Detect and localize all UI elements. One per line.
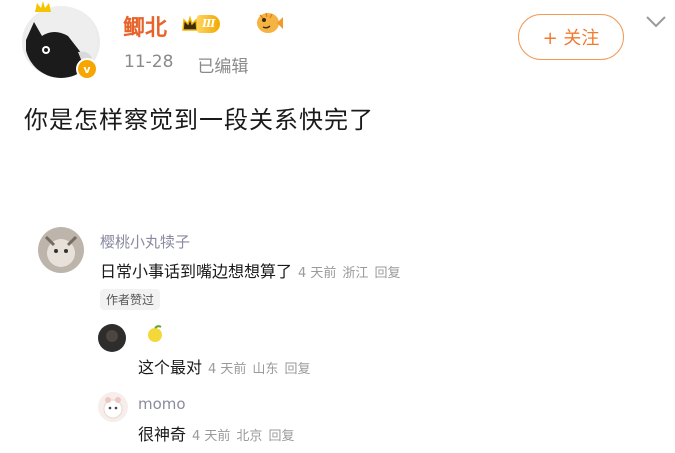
reply-button[interactable]: 回复 — [268, 425, 294, 444]
reply-location: 山东 — [252, 362, 279, 377]
reply-location: 北京 — [236, 429, 263, 444]
cat-avatar-icon — [38, 227, 84, 273]
reply-text: 很神奇 — [138, 425, 187, 444]
pet-avatar-icon — [98, 392, 128, 422]
chevron-down-icon[interactable] — [645, 14, 667, 30]
fish-icon — [257, 12, 283, 33]
reply-avatar[interactable] — [98, 324, 126, 352]
reply-body: 这个最对 4 天前 山东 回复 — [138, 354, 310, 378]
author-name[interactable]: 鲫北 — [123, 10, 167, 42]
post-date: 11-28 — [124, 52, 174, 72]
vip-level: Ⅲ — [197, 15, 221, 33]
dark-avatar-icon — [98, 324, 126, 352]
post-content: 你是怎样察觉到一段关系快完了 — [24, 106, 374, 134]
reply-body: 很神奇 4 天前 北京 回复 — [138, 421, 294, 445]
comment-text: 日常小事话到嘴边想想算了 — [100, 262, 293, 281]
follow-button[interactable]: + 关注 — [518, 14, 624, 60]
comment-avatar[interactable] — [38, 227, 84, 273]
reply-author[interactable]: momo — [138, 395, 186, 413]
verified-mark: v — [78, 60, 96, 78]
comment-time: 4 天前 — [298, 266, 337, 281]
crown-icon — [35, 1, 51, 12]
verified-icon: v — [76, 58, 98, 80]
lemon-icon — [148, 325, 162, 342]
vip-badge[interactable]: Ⅲ — [181, 14, 221, 34]
post-meta: 11-28 已编辑 — [124, 52, 248, 77]
edited-label: 已编辑 — [197, 57, 249, 77]
comment-author[interactable]: 樱桃小丸犊子 — [100, 231, 190, 252]
reply-button[interactable]: 回复 — [284, 358, 310, 377]
reply-avatar[interactable] — [98, 392, 128, 422]
reply-button[interactable]: 回复 — [374, 262, 400, 281]
author-liked-badge: 作者赞过 — [100, 289, 161, 310]
reply-text: 这个最对 — [138, 358, 203, 377]
comment-body: 日常小事话到嘴边想想算了 4 天前 浙江 回复 — [100, 258, 400, 282]
comment-location: 浙江 — [342, 266, 369, 281]
weibo-post-page: v 鲫北 Ⅲ 11-28 已编辑 + 关注 你是怎样察觉到一段关系快完了 樱桃小… — [0, 0, 675, 453]
reply-time: 4 天前 — [208, 362, 247, 377]
reply-time: 4 天前 — [192, 429, 231, 444]
